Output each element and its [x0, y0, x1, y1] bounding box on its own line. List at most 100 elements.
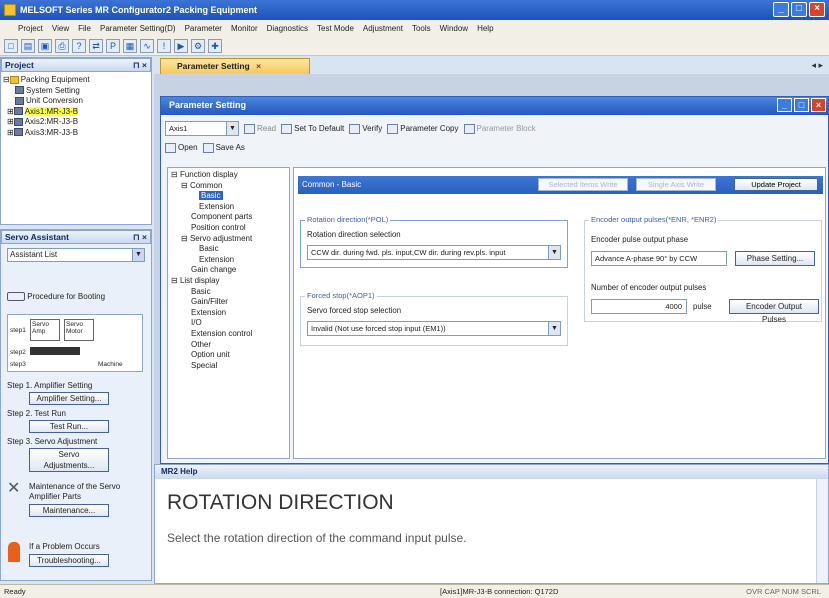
forced-stop-group: Forced stop(*AOP1) Servo forced stop sel…	[300, 291, 568, 346]
menu-window[interactable]: Window	[440, 24, 468, 33]
maximize-button[interactable]: □	[794, 98, 809, 112]
close-tab-icon[interactable]: ×	[256, 61, 261, 71]
forced-stop-select[interactable]: Invalid (Not use forced stop input (EM1)…	[307, 321, 561, 336]
minimize-button[interactable]: _	[777, 98, 792, 112]
connect-icon[interactable]: ⇄	[89, 38, 103, 53]
menu-parameter[interactable]: Parameter	[185, 24, 222, 33]
tree-servo-extension[interactable]: Extension	[171, 255, 289, 266]
open-icon[interactable]: ▤	[21, 38, 35, 53]
encoder-phase-value: Advance A-phase 90° by CCW	[591, 251, 727, 266]
tree-item-axis3[interactable]: ⊞ Axis3:MR-J3-B	[3, 128, 151, 139]
content-header-title: Common - Basic	[302, 180, 362, 189]
tree-item-axis2[interactable]: ⊞ Axis2:MR-J3-B	[3, 117, 151, 128]
rotation-direction-label: Rotation direction selection	[307, 230, 401, 239]
parameter-tree: ⊟ Function display ⊟ Common Basic Extens…	[167, 167, 290, 459]
menu-adjustment[interactable]: Adjustment	[363, 24, 403, 33]
selected-items-write-button[interactable]: Selected Items Write	[538, 178, 628, 191]
tree-common-extension[interactable]: Extension	[171, 202, 289, 213]
diagnose-icon[interactable]: ✚	[208, 38, 222, 53]
tree-list-basic[interactable]: Basic	[171, 287, 289, 298]
parameter-icon[interactable]: P	[106, 38, 120, 53]
tree-special[interactable]: Special	[171, 361, 289, 372]
panel-pin-close-icon[interactable]: ⊓ ×	[133, 231, 150, 243]
verify-button[interactable]: Verify	[349, 123, 382, 134]
tree-common[interactable]: ⊟ Common	[171, 181, 289, 192]
menu-help[interactable]: Help	[477, 24, 493, 33]
panel-pin-close-icon[interactable]: ⊓ ×	[133, 59, 150, 71]
tree-function-display[interactable]: ⊟ Function display	[171, 170, 289, 181]
menu-view[interactable]: View	[52, 24, 69, 33]
graph-icon[interactable]: ∿	[140, 38, 154, 53]
app-icon	[4, 4, 16, 16]
tree-item-axis1[interactable]: ⊞ Axis1:MR-J3-B	[3, 106, 151, 118]
maximize-button[interactable]: □	[791, 2, 807, 17]
menu-monitor[interactable]: Monitor	[231, 24, 258, 33]
tree-list-display[interactable]: ⊟ List display	[171, 276, 289, 287]
test-icon[interactable]: ▶	[174, 38, 188, 53]
tree-servo-basic[interactable]: Basic	[171, 244, 289, 255]
tree-item-packing-equipment[interactable]: ⊟ Packing Equipment	[3, 75, 151, 86]
tree-option-unit[interactable]: Option unit	[171, 350, 289, 361]
monitor-icon[interactable]: ▦	[123, 38, 137, 53]
project-panel-title: Project	[5, 60, 34, 70]
help-heading: ROTATION DIRECTION	[167, 491, 394, 514]
print-icon[interactable]: ⎙	[55, 38, 69, 53]
tree-io[interactable]: I/O	[171, 318, 289, 329]
folder-icon	[9, 75, 19, 84]
axis-select[interactable]: Axis1 ▼	[165, 121, 239, 136]
tree-servo-adjustment[interactable]: ⊟ Servo adjustment	[171, 234, 289, 245]
block-icon	[463, 123, 475, 134]
help-body: Select the rotation direction of the com…	[167, 531, 467, 545]
tree-list-extension[interactable]: Extension	[171, 308, 289, 319]
tree-extension-control[interactable]: Extension control	[171, 329, 289, 340]
menu-project[interactable]: Project	[18, 24, 43, 33]
tree-gain-filter[interactable]: Gain/Filter	[171, 297, 289, 308]
minimize-button[interactable]: _	[773, 2, 789, 17]
tree-gain-change[interactable]: Gain change	[171, 265, 289, 276]
parameter-block-button[interactable]: Parameter Block	[463, 123, 536, 134]
maintenance-button[interactable]: Maintenance...	[29, 504, 109, 517]
tab-parameter-setting[interactable]: Parameter Setting ×	[160, 58, 310, 74]
set-to-default-button[interactable]: Set To Default	[281, 123, 344, 134]
test-run-button[interactable]: Test Run...	[29, 420, 109, 433]
tree-component-parts[interactable]: Component parts	[171, 212, 289, 223]
menu-tools[interactable]: Tools	[412, 24, 431, 33]
encoder-output-pulses-button[interactable]: Encoder Output Pulses	[729, 299, 819, 324]
menu-bar: Project View File Parameter Setting(D) P…	[0, 20, 829, 36]
menu-parameter-setting[interactable]: Parameter Setting(D)	[100, 24, 176, 33]
open-button[interactable]: Open	[165, 143, 198, 153]
alarm-icon[interactable]: !	[157, 38, 171, 53]
read-button[interactable]: Read	[244, 123, 276, 134]
tree-item-unit-conversion[interactable]: Unit Conversion	[3, 96, 151, 107]
tuning-icon[interactable]: ⚙	[191, 38, 205, 53]
tree-common-basic[interactable]: Basic	[171, 191, 289, 202]
servo-assistant-panel: Servo Assistant ⊓ × Assistant List ▼ Pro…	[0, 229, 152, 581]
assistant-list-dropdown[interactable]: Assistant List ▼	[7, 248, 145, 262]
single-axis-write-button[interactable]: Single Axis Write	[636, 178, 716, 191]
menu-test-mode[interactable]: Test Mode	[317, 24, 354, 33]
tree-item-system-setting[interactable]: System Setting	[3, 86, 151, 97]
troubleshooting-button[interactable]: Troubleshooting...	[29, 554, 109, 567]
help-icon[interactable]: ?	[72, 38, 86, 53]
encoder-output-group: Encoder output pulses(*ENR, *ENR2) Encod…	[584, 215, 822, 324]
procedure-link[interactable]: Procedure for Booting	[7, 292, 105, 302]
parameter-copy-button[interactable]: Parameter Copy	[387, 123, 459, 134]
encoder-pulses-label: Number of encoder output pulses	[591, 283, 707, 292]
servo-adjustments-button[interactable]: Servo Adjustments...	[29, 448, 109, 472]
close-button[interactable]: ×	[811, 98, 826, 112]
menu-file[interactable]: File	[78, 24, 91, 33]
tab-navigation[interactable]: ◂ ▸	[811, 60, 823, 71]
new-icon[interactable]: □	[4, 38, 18, 53]
amplifier-setting-button[interactable]: Amplifier Setting...	[29, 392, 109, 405]
phase-setting-button[interactable]: Phase Setting...	[735, 251, 815, 266]
rotation-direction-select[interactable]: CCW dir. during fwd. pls. input,CW dir. …	[307, 245, 561, 260]
tree-other[interactable]: Other	[171, 340, 289, 351]
tree-position-control[interactable]: Position control	[171, 223, 289, 234]
save-as-button[interactable]: Save As	[202, 143, 245, 153]
save-icon[interactable]: ▣	[38, 38, 52, 53]
update-project-button[interactable]: Update Project	[734, 178, 818, 191]
close-button[interactable]: ×	[809, 2, 825, 17]
menu-diagnostics[interactable]: Diagnostics	[267, 24, 308, 33]
help-scrollbar[interactable]	[816, 479, 828, 583]
parameter-toolbar: Axis1 ▼ Read Set To Default Verify Parame…	[165, 121, 536, 136]
